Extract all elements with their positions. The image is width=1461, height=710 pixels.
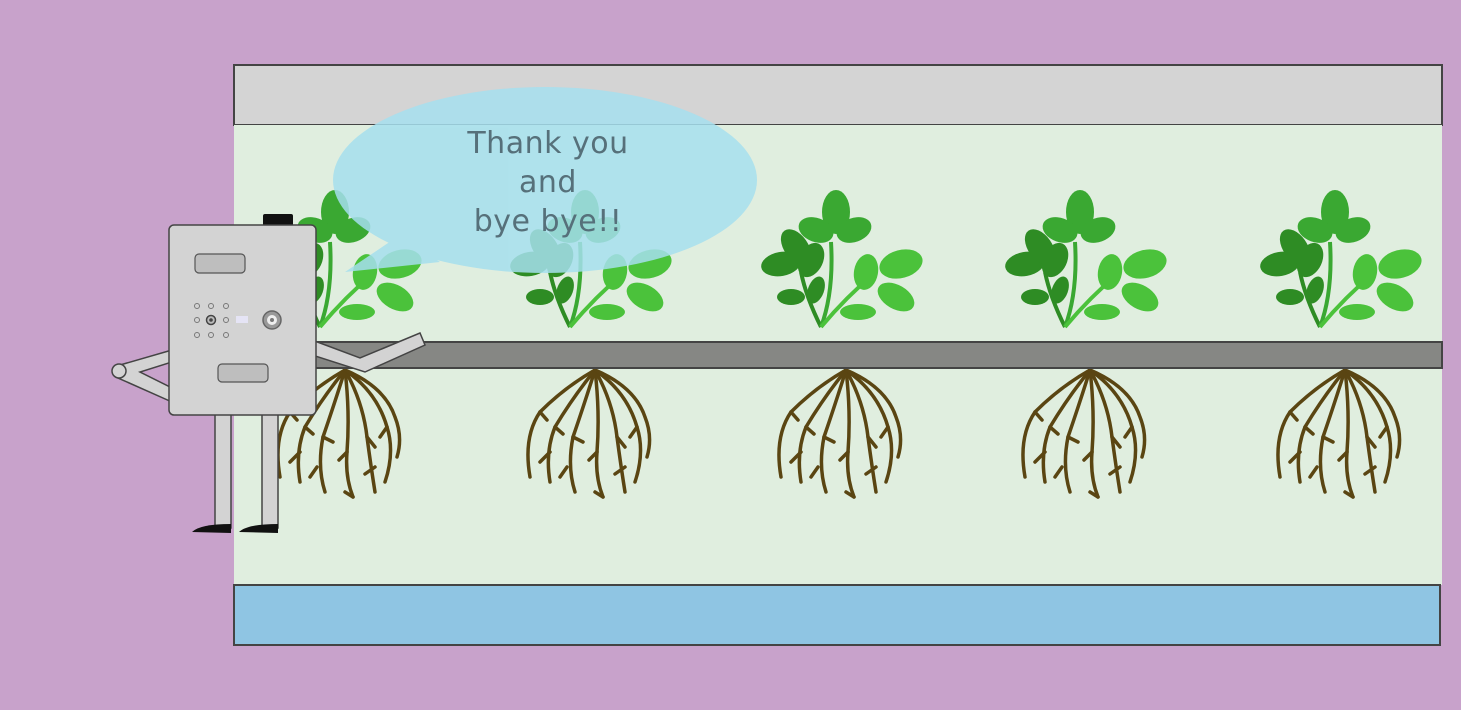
speech-bubble-text: Thank you and bye bye!!	[467, 126, 629, 239]
water-reservoir	[233, 584, 1441, 646]
hydroponic-scene	[111, 64, 1443, 646]
